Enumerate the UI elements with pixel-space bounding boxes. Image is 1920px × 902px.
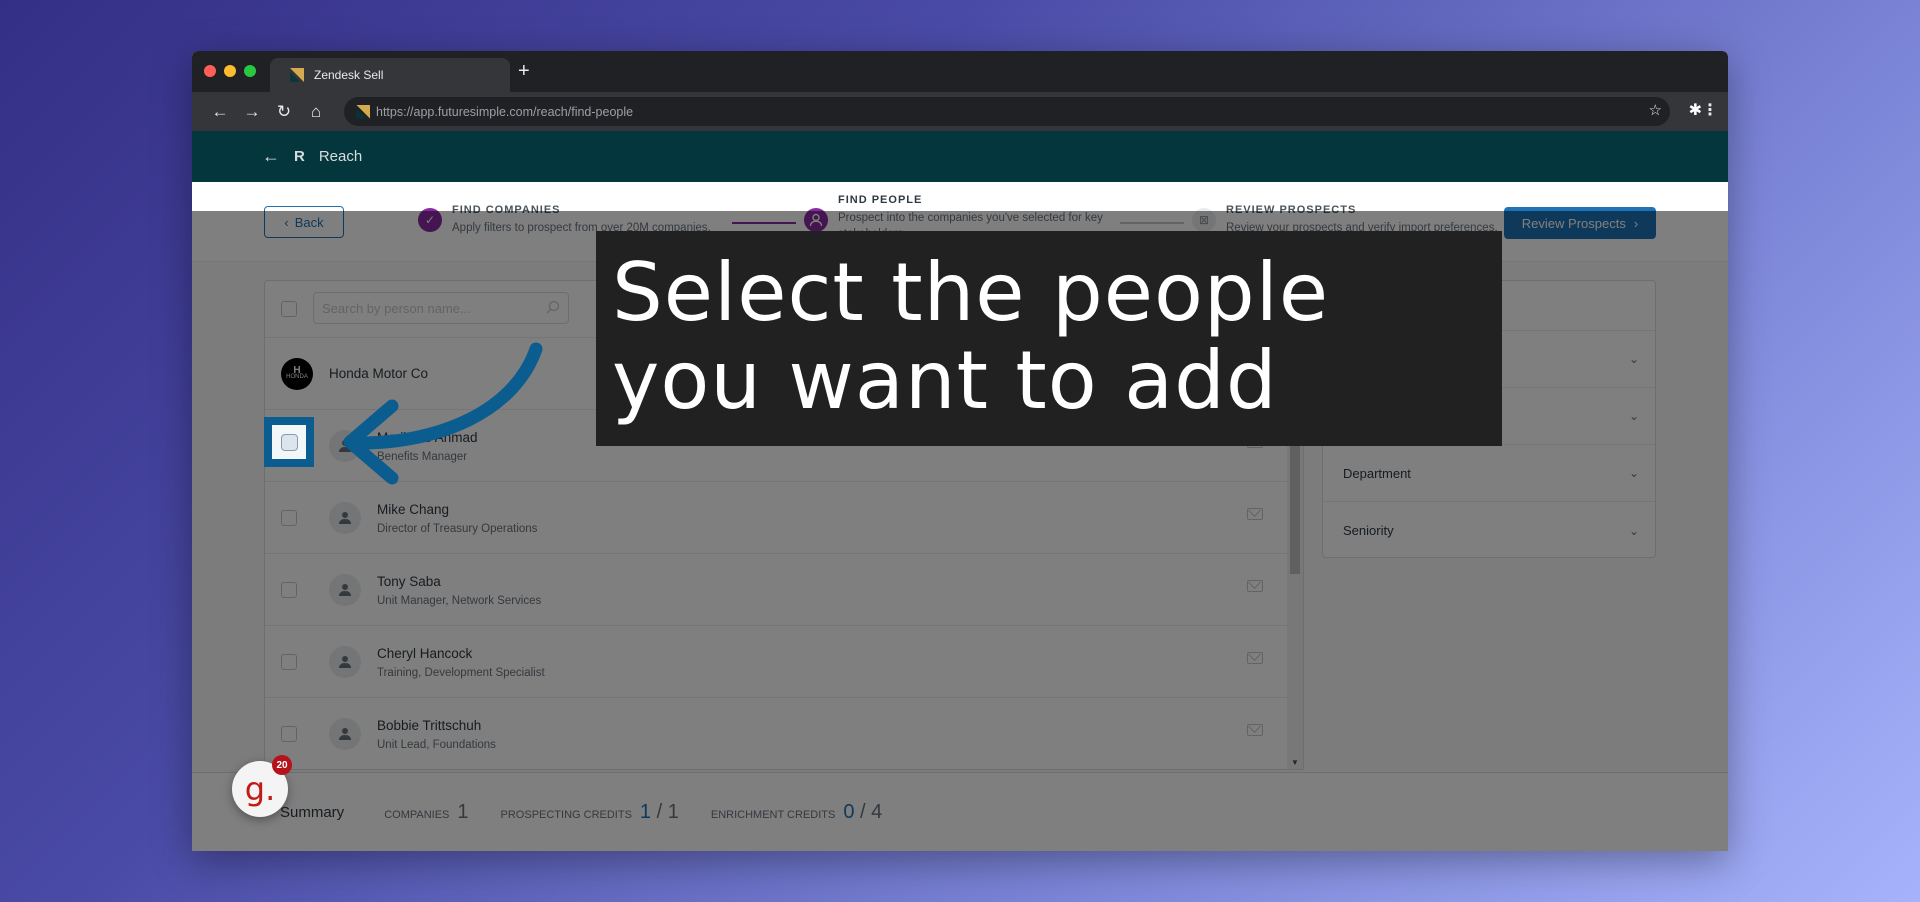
window-controls [204, 65, 256, 77]
address-bar[interactable]: https://app.futuresimple.com/reach/find-… [344, 97, 1670, 126]
highlighted-person-checkbox[interactable] [280, 433, 298, 451]
maximize-window-button[interactable] [244, 65, 256, 77]
new-tab-button[interactable]: + [518, 59, 530, 83]
zendesk-favicon-icon [290, 68, 304, 82]
reach-logo-icon: R [294, 148, 305, 165]
url-text: https://app.futuresimple.com/reach/find-… [376, 104, 634, 119]
highlighted-checkbox-frame [264, 417, 314, 467]
close-window-button[interactable] [204, 65, 216, 77]
browser-toolbar: ← → ↻ ⌂ https://app.futuresimple.com/rea… [192, 92, 1728, 131]
tutorial-caption: Select the people you want to add [596, 231, 1502, 446]
notification-count-badge: 20 [272, 755, 292, 775]
tab-title: Zendesk Sell [314, 68, 384, 82]
star-icon[interactable]: ☆ [1649, 101, 1662, 119]
browser-tab[interactable]: Zendesk Sell [270, 58, 510, 92]
app-title: Reach [318, 148, 363, 165]
app-back-icon[interactable]: ← [262, 146, 280, 167]
guide-launcher-button[interactable]: g. 20 [232, 755, 292, 817]
forward-icon[interactable]: → [236, 102, 268, 122]
reload-icon[interactable]: ↻ [268, 102, 300, 122]
back-icon[interactable]: ← [204, 102, 236, 122]
minimize-window-button[interactable] [224, 65, 236, 77]
browser-window: Zendesk Sell + ← → ↻ ⌂ https://app.futur… [192, 51, 1728, 851]
extensions-icon[interactable]: ✱ [1689, 100, 1702, 120]
site-favicon-icon [356, 105, 370, 119]
app-header: ← R Reach [192, 131, 1728, 182]
tab-bar: Zendesk Sell + [192, 51, 1728, 92]
menu-icon[interactable]: ⋮ [1702, 100, 1718, 120]
home-icon[interactable]: ⌂ [300, 102, 332, 122]
